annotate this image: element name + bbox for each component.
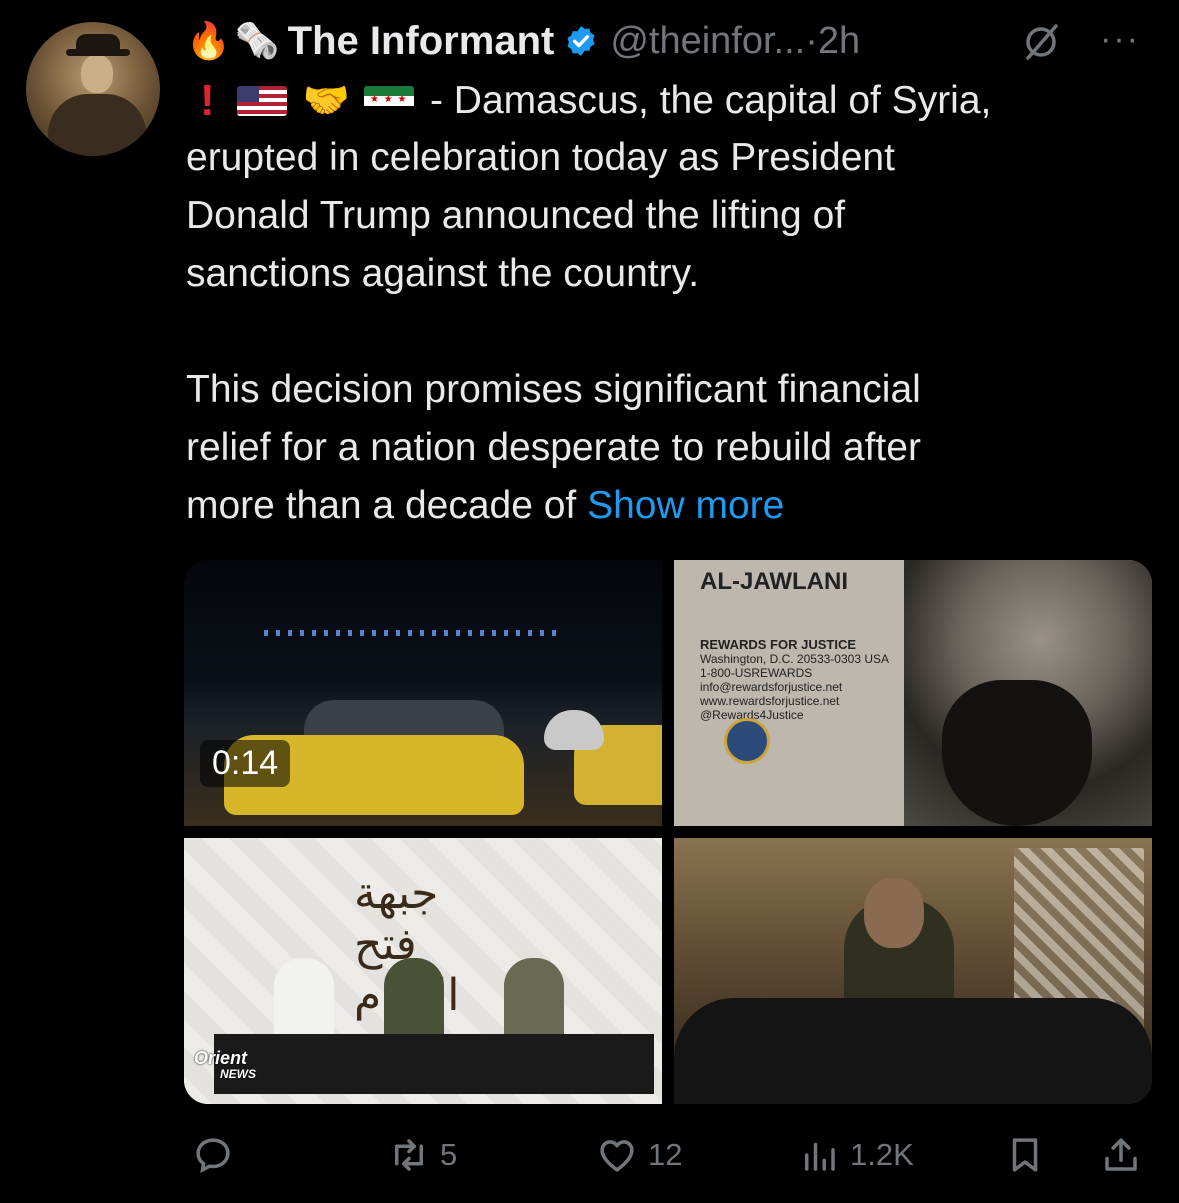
calligraphy-logo: جبهة فتح الشام	[354, 868, 460, 1021]
tweet-text-line: erupted in celebration today as Presiden…	[186, 136, 895, 179]
avatar-coat	[48, 94, 146, 156]
grok-icon[interactable]	[1018, 22, 1064, 62]
handshake-emoji: 🤝	[302, 80, 350, 122]
exclamation-icon: !	[200, 76, 215, 125]
state-department-seal-icon	[724, 718, 770, 764]
repost-button[interactable]: 5	[388, 1120, 457, 1190]
portrait-beard	[942, 680, 1092, 826]
show-more-link[interactable]: Show more	[587, 484, 784, 527]
tweet-time[interactable]: 2h	[818, 20, 860, 63]
action-bar: 5 12 1.2K	[0, 1120, 1179, 1190]
wanted-poster-image[interactable]: AL-JAWLANI REWARDS FOR JUSTICE Washingto…	[674, 560, 1152, 826]
verified-badge-icon[interactable]	[564, 24, 598, 58]
fire-emoji: 🔥	[186, 20, 231, 61]
tweet-text-line-last: more than a decade of Show more	[186, 477, 1146, 535]
rfj-line: www.rewardsforjustice.net	[700, 694, 840, 708]
like-count: 12	[648, 1137, 683, 1172]
more-options-button[interactable]: ···	[1100, 20, 1140, 59]
city-lights	[264, 630, 564, 636]
reply-icon	[196, 1138, 230, 1174]
newspaper-emoji: 🗞️	[234, 20, 280, 61]
views-icon	[805, 1142, 835, 1171]
author-handle[interactable]: @theinfor...	[610, 20, 805, 63]
views-button[interactable]: 1.2K	[798, 1120, 914, 1190]
tweet-text-line: This decision promises significant finan…	[186, 368, 921, 411]
tweet-text-line: sanctions against the country.	[186, 252, 700, 295]
time-separator: ·	[805, 19, 818, 62]
syria-flag-icon	[363, 86, 414, 116]
bookmark-button[interactable]	[1004, 1120, 1046, 1190]
rfj-title: REWARDS FOR JUSTICE	[700, 637, 857, 652]
media-grid: 0:14 AL-JAWLANI REWARDS FOR JUSTICE Wash…	[184, 560, 1152, 1104]
rfj-line: info@rewardsforjustice.net	[700, 680, 843, 694]
views-count: 1.2K	[850, 1137, 914, 1172]
rewards-for-justice-info: REWARDS FOR JUSTICE Washington, D.C. 205…	[700, 637, 889, 723]
speaker-head	[864, 878, 924, 948]
crowd	[674, 998, 1152, 1104]
desk	[214, 1034, 654, 1094]
tweet-text-line: relief for a nation desperate to rebuild…	[186, 426, 921, 469]
repost-count: 5	[440, 1137, 458, 1172]
us-flag-icon	[236, 86, 287, 116]
rfj-line: Washington, D.C. 20533-0303 USA	[700, 652, 889, 666]
share-button[interactable]	[1100, 1120, 1142, 1190]
wanted-name: AL-JAWLANI	[700, 568, 848, 595]
avatar-face	[81, 55, 113, 93]
author-name[interactable]: The Informant	[288, 19, 555, 64]
like-button[interactable]: 12	[596, 1120, 682, 1190]
mosque-speech-image[interactable]	[674, 838, 1152, 1104]
repost-icon	[395, 1139, 423, 1171]
bookmark-icon	[1012, 1138, 1038, 1172]
avatar-hat	[76, 34, 120, 52]
orient-news-logo: Orient NEWS	[194, 1048, 256, 1082]
tweet-header: 🔥 🗞️ The Informant @theinfor... · 2h	[186, 12, 860, 70]
reply-button[interactable]	[192, 1120, 234, 1190]
press-conference-image[interactable]: جبهة فتح الشام Orient NEWS	[184, 838, 662, 1104]
video-duration: 0:14	[200, 740, 291, 787]
share-icon	[1105, 1138, 1137, 1171]
rfj-line: 1-800-USREWARDS	[700, 666, 813, 680]
orient-logo-sub: NEWS	[220, 1067, 256, 1081]
orient-logo-text: Orient	[194, 1048, 248, 1068]
tweet-text-line: - Damascus, the capital of Syria,	[429, 79, 992, 122]
tweet-first-line: ! 🤝 - Damascus, the capital of Syria,	[186, 73, 991, 129]
tweet-text-fragment: more than a decade of	[186, 484, 588, 527]
white-car-shape	[544, 710, 604, 750]
heart-icon	[600, 1140, 634, 1172]
tweet-text-line: Donald Trump announced the lifting of	[186, 194, 846, 237]
avatar[interactable]	[26, 22, 160, 156]
video-thumbnail[interactable]: 0:14	[184, 560, 662, 826]
